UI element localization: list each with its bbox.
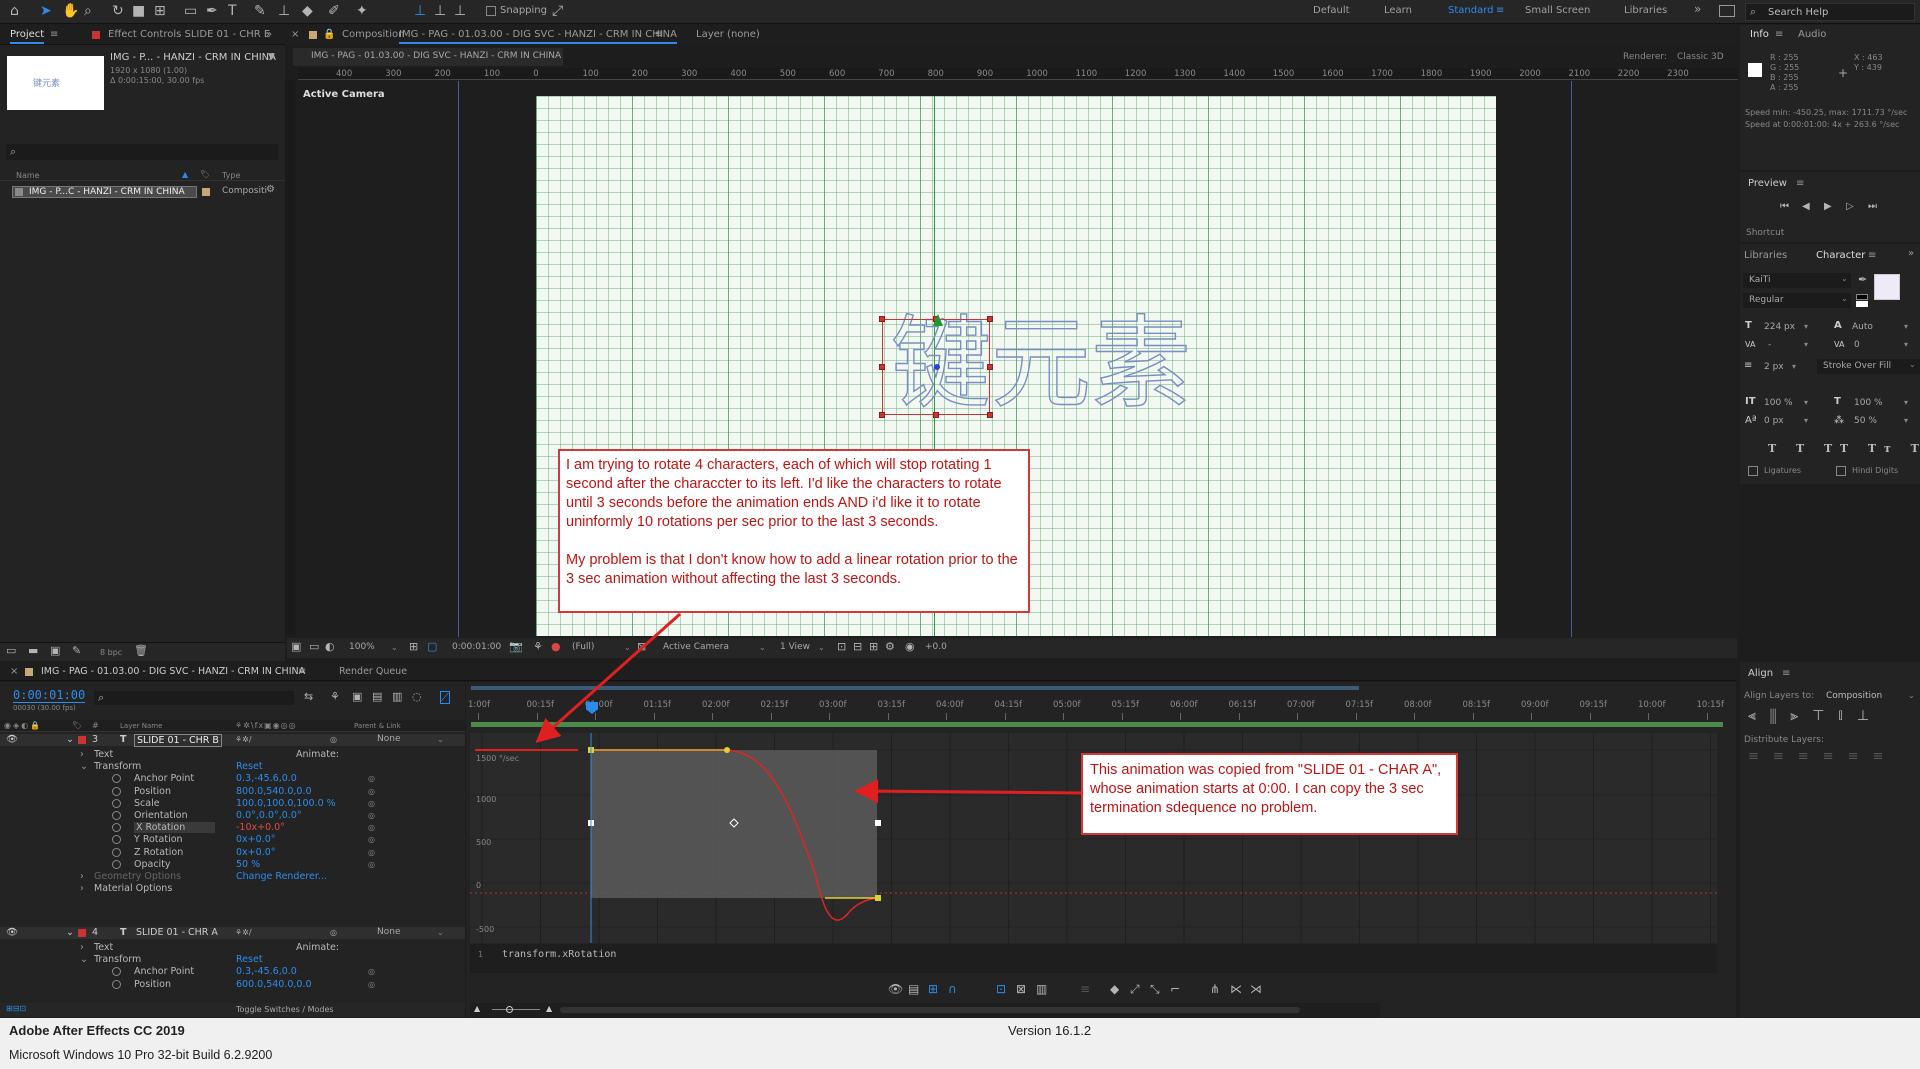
app-version: Version 16.1.2 (1008, 1023, 1092, 1038)
arrow-to-layer (535, 612, 681, 743)
os-info: Microsoft Windows 10 Pro 32-bit Build 6.… (9, 1048, 273, 1062)
app-name: Adobe After Effects CC 2019 (9, 1023, 185, 1038)
status-bar: Adobe After Effects CC 2019 Version 16.1… (0, 1018, 1920, 1069)
annotation-arrows (475, 612, 1082, 804)
arrow-to-curve (854, 779, 1082, 804)
